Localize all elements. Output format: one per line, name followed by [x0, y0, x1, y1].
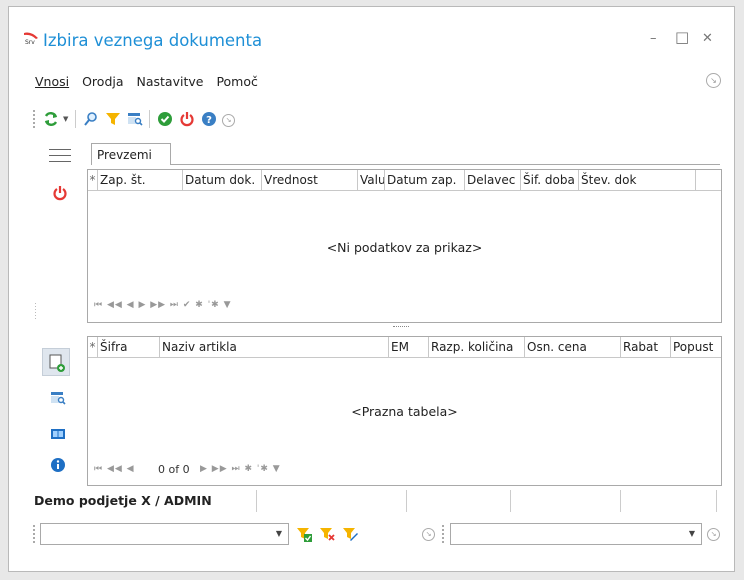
status-separator [256, 490, 257, 512]
status-separator [620, 490, 621, 512]
minimize-button[interactable]: – [650, 31, 657, 46]
maximize-button[interactable]: □ [675, 28, 689, 46]
column-header[interactable]: Delavec [465, 170, 521, 190]
side-power-icon[interactable] [52, 185, 68, 204]
right-filter-combo[interactable]: ▼ [450, 523, 702, 545]
menu-expand-icon[interactable]: ↘ [706, 73, 721, 88]
bottom-toolbar-grip[interactable] [442, 525, 444, 543]
record-counter: 0 of 0 [158, 463, 190, 476]
column-header[interactable]: Štev. dok [579, 170, 696, 190]
menu-orodja[interactable]: Orodja [82, 74, 123, 89]
column-header[interactable]: Šifra [98, 337, 160, 357]
svg-text:Srv: Srv [25, 39, 35, 45]
left-filter-combo[interactable]: ▼ [40, 523, 289, 545]
column-header[interactable]: Valu [358, 170, 385, 190]
filter-clear-icon[interactable] [319, 526, 335, 545]
grid-navigator-first[interactable]: ⏮ ◀◀ ◀ [94, 464, 135, 474]
help-icon[interactable]: ? [201, 111, 217, 127]
tab-label: Prevzemi [97, 148, 152, 162]
window-title: Izbira veznega dokumenta [43, 31, 263, 50]
toolbar-expand-icon[interactable]: ↘ [222, 114, 235, 127]
refresh-icon[interactable] [43, 111, 59, 127]
column-header[interactable]: Rabat [621, 337, 671, 357]
status-separator [406, 490, 407, 512]
bottom-right-expand-icon[interactable]: ↘ [707, 528, 720, 541]
items-grid: * Šifra Naziv artikla EM Razp. količina … [87, 336, 722, 486]
grid-header: * Šifra Naziv artikla EM Razp. količina … [88, 337, 721, 358]
company-user-label: Demo podjetje X / ADMIN [34, 493, 212, 508]
menu-vnosi[interactable]: Vnosi [35, 74, 69, 89]
svg-text:?: ? [206, 115, 212, 126]
confirm-icon[interactable] [157, 111, 173, 127]
empty-message: <Prazna tabela> [351, 404, 458, 419]
chevron-down-icon[interactable]: ▼ [276, 529, 282, 538]
column-header[interactable]: Zap. št. [98, 170, 183, 190]
toolbar-separator [149, 110, 150, 128]
side-table-search-icon[interactable] [50, 390, 66, 409]
header-star-icon[interactable]: * [88, 170, 98, 190]
column-header[interactable]: Šif. doba [521, 170, 579, 190]
column-header[interactable]: Vrednost [262, 170, 358, 190]
filter-icon[interactable] [105, 111, 121, 127]
chevron-down-icon[interactable]: ▼ [689, 529, 695, 538]
menu-nastavitve[interactable]: Nastavitve [137, 74, 204, 89]
documents-grid: * Zap. št. Datum dok. Vrednost Valu Datu… [87, 169, 722, 323]
menu-bar: Vnosi Orodja Nastavitve Pomoč [35, 74, 267, 89]
new-document-button[interactable] [42, 348, 70, 376]
empty-message: <Ni podatkov za prikaz> [326, 240, 483, 255]
info-icon[interactable] [50, 457, 66, 476]
menu-pomoc[interactable]: Pomoč [216, 74, 257, 89]
table-search-icon[interactable] [127, 111, 143, 127]
column-header[interactable]: Naziv artikla [160, 337, 389, 357]
toolbar-grip[interactable] [33, 110, 35, 128]
grid-header: * Zap. št. Datum dok. Vrednost Valu Datu… [88, 170, 721, 191]
grid-navigator-next[interactable]: ▶ ▶▶ ⏭ ✱ '✱ ▼ [200, 464, 281, 474]
close-button[interactable]: ✕ [702, 31, 713, 46]
grid-navigator[interactable]: ⏮ ◀◀ ◀ ▶ ▶▶ ⏭ ✔ ✱ '✱ ▼ [94, 300, 232, 310]
app-logo-icon: Srv [23, 29, 39, 46]
filter-apply-icon[interactable] [296, 526, 312, 545]
toolbar-separator [75, 110, 76, 128]
column-header[interactable]: Datum dok. [183, 170, 262, 190]
column-header[interactable]: Datum zap. [385, 170, 465, 190]
column-header[interactable]: Razp. količina [429, 337, 525, 357]
dialog-window: Srv Izbira veznega dokumenta – □ ✕ Vnosi… [8, 6, 735, 572]
filter-edit-icon[interactable] [342, 526, 358, 545]
column-header[interactable]: Osn. cena [525, 337, 621, 357]
hamburger-icon[interactable] [49, 149, 71, 162]
tab-strip-line [171, 164, 720, 165]
grid-splitter[interactable] [393, 326, 409, 328]
refresh-dropdown-icon[interactable]: ▼ [63, 115, 68, 123]
status-separator [716, 490, 717, 512]
bottom-toolbar-grip[interactable] [33, 525, 35, 543]
search-icon[interactable] [83, 111, 99, 127]
header-star-icon[interactable]: * [88, 337, 98, 357]
panel-splitter-grip[interactable] [35, 303, 36, 319]
column-header[interactable]: Popust [671, 337, 721, 357]
bottom-expand-icon[interactable]: ↘ [422, 528, 435, 541]
tab-prevzemi[interactable]: Prevzemi [91, 143, 171, 165]
split-view-icon[interactable] [50, 426, 66, 445]
power-icon[interactable] [179, 111, 195, 127]
status-separator [510, 490, 511, 512]
column-header[interactable]: EM [389, 337, 429, 357]
